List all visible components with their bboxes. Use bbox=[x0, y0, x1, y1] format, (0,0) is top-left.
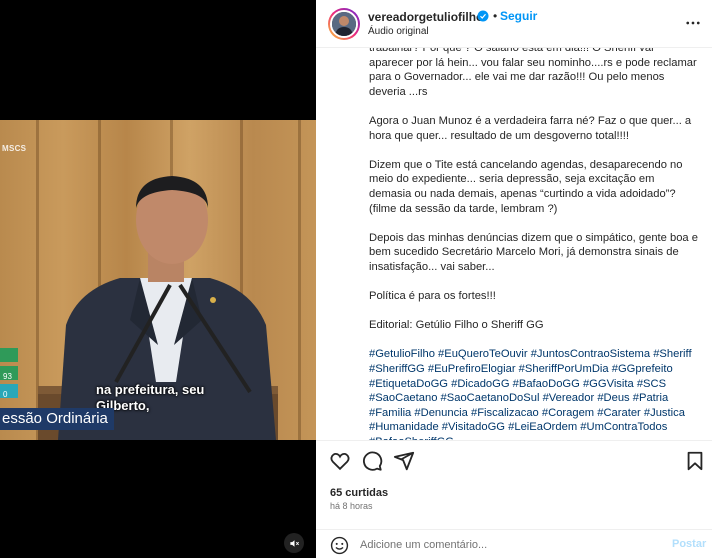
hashtag-link[interactable]: #Carater bbox=[597, 407, 641, 419]
comment-bar: Postar bbox=[316, 529, 712, 558]
hashtag-link[interactable]: #SheriffPorUmDia bbox=[519, 363, 609, 375]
hashtag-link[interactable]: #Patria bbox=[633, 392, 668, 404]
caption-paragraph: trabalhar? Por quê ? O salário está em d… bbox=[369, 48, 697, 98]
caption-paragraph: Dizem que o Tite está cancelando agendas… bbox=[369, 158, 683, 215]
post-caption: trabalhar? Por quê ? O salário está em d… bbox=[369, 48, 699, 440]
hashtag-link[interactable]: #GGprefeito bbox=[612, 363, 673, 375]
caption-paragraph: Política é para os fortes!!! bbox=[369, 290, 496, 303]
hashtag-list: #GetulioFilho #EuQueroTeOuvir #JuntosCon… bbox=[369, 347, 699, 440]
follow-button[interactable]: Seguir bbox=[500, 9, 537, 23]
hashtag-link[interactable]: #EuQueroTeOuvir bbox=[438, 348, 528, 360]
hashtag-link[interactable]: #JuntosContraoSistema bbox=[531, 348, 650, 360]
hashtag-link[interactable]: #SheriffGG bbox=[369, 363, 425, 375]
hashtag-link[interactable]: #SCS bbox=[637, 378, 666, 390]
mute-toggle-button[interactable] bbox=[284, 533, 304, 553]
hashtag-link[interactable]: #Justica bbox=[644, 407, 685, 419]
username-link[interactable]: vereadorgetuliofilho bbox=[368, 10, 483, 24]
hashtag-link[interactable]: #LeiEaOrdem bbox=[508, 421, 577, 433]
video-frame[interactable]: MSCS 93 0 na prefeitura, seu Gilberto, e… bbox=[0, 120, 316, 440]
hashtag-link[interactable]: #UmContraTodos bbox=[580, 421, 667, 433]
hashtag-link[interactable]: #Humanidade bbox=[369, 421, 439, 433]
hashtag-link[interactable]: #Coragem bbox=[542, 407, 594, 419]
instagram-post-modal: MSCS 93 0 na prefeitura, seu Gilberto, e… bbox=[0, 0, 712, 558]
avatar[interactable] bbox=[328, 8, 360, 40]
comment-icon[interactable] bbox=[361, 450, 383, 472]
hashtag-link[interactable]: #Denuncia bbox=[414, 407, 468, 419]
more-options-icon[interactable] bbox=[684, 14, 702, 32]
post-header: vereadorgetuliofilho • Seguir Áudio orig… bbox=[316, 0, 712, 48]
caption-paragraph: Agora o Juan Munoz é a verdadeira farra … bbox=[369, 114, 692, 142]
hashtag-link[interactable]: #Fiscalizacao bbox=[471, 407, 539, 419]
share-icon[interactable] bbox=[393, 450, 415, 472]
post-details-panel: vereadorgetuliofilho • Seguir Áudio orig… bbox=[316, 0, 712, 558]
hashtag-link[interactable]: #DicadoGG bbox=[451, 378, 509, 390]
hashtag-link[interactable]: #BafaoDoGG bbox=[513, 378, 580, 390]
hashtag-link[interactable]: #Deus bbox=[597, 392, 629, 404]
video-player[interactable]: MSCS 93 0 na prefeitura, seu Gilberto, e… bbox=[0, 0, 316, 558]
hashtag-link[interactable]: #EuPrefiroElogiar bbox=[428, 363, 516, 375]
separator-dot: • bbox=[493, 9, 498, 23]
likes-count[interactable]: 65 curtidas bbox=[330, 487, 388, 499]
hashtag-link[interactable]: #SaoCaetano bbox=[369, 392, 437, 404]
post-comment-button[interactable]: Postar bbox=[672, 538, 706, 550]
bookmark-icon[interactable] bbox=[684, 450, 706, 472]
caption-scroll-area[interactable]: trabalhar? Por quê ? O salário está em d… bbox=[316, 48, 712, 440]
emoji-icon[interactable] bbox=[330, 536, 349, 555]
caption-paragraph: Depois das minhas denúncias dizem que o … bbox=[369, 231, 698, 273]
hashtag-link[interactable]: #VisitadoGG bbox=[442, 421, 505, 433]
caption-paragraph: Editorial: Getúlio Filho o Sheriff GG bbox=[369, 319, 544, 332]
hashtag-link[interactable]: #GetulioFilho bbox=[369, 348, 435, 360]
post-actions: 65 curtidas há 8 horas Postar bbox=[316, 440, 712, 558]
hashtag-link[interactable]: #Familia bbox=[369, 407, 411, 419]
session-lower-third: essão Ordinária bbox=[0, 408, 114, 430]
verified-badge-icon bbox=[477, 10, 489, 22]
post-timestamp[interactable]: há 8 horas bbox=[330, 501, 373, 511]
profile-photo bbox=[332, 12, 356, 36]
audio-label-link[interactable]: Áudio original bbox=[368, 26, 429, 37]
comment-input[interactable] bbox=[360, 536, 660, 554]
hashtag-link[interactable]: #EtiquetaDoGG bbox=[369, 378, 448, 390]
subtitle-line: na prefeitura, seu bbox=[96, 382, 205, 397]
heart-icon[interactable] bbox=[329, 450, 351, 472]
hashtag-link[interactable]: #Vereador bbox=[543, 392, 595, 404]
hashtag-link[interactable]: #SaoCaetanoDoSul bbox=[441, 392, 540, 404]
hashtag-link[interactable]: #GGVisita bbox=[583, 378, 634, 390]
speaker-muted-icon bbox=[289, 539, 299, 547]
hashtag-link[interactable]: #Sheriff bbox=[653, 348, 691, 360]
